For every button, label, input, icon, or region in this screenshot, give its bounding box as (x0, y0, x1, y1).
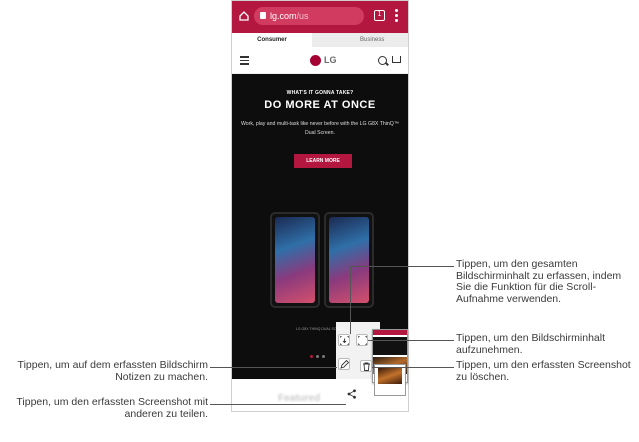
tab-consumer[interactable]: Consumer (232, 33, 312, 47)
logo-text: LG (324, 55, 337, 65)
capture-all-button[interactable] (338, 334, 350, 346)
callout-edit: Tippen, um auf dem erfassten Bildschirm … (17, 359, 208, 383)
trash-icon (362, 362, 370, 371)
screenshot-preview-secondary[interactable] (374, 364, 406, 396)
capture-button[interactable] (356, 334, 368, 346)
featured-heading: Featured (278, 393, 321, 404)
pencil-icon (339, 359, 349, 369)
cart-icon[interactable] (392, 56, 401, 63)
leader-edit (210, 367, 337, 368)
logo-mark (310, 54, 321, 66)
carousel-pager[interactable] (310, 355, 325, 358)
leader-delete (372, 367, 454, 368)
browser-toolbar: lg.com/us 1 (232, 1, 408, 33)
product-image (270, 212, 374, 312)
share-button[interactable] (346, 388, 358, 400)
edit-button[interactable] (338, 358, 350, 370)
menu-icon[interactable] (240, 56, 249, 65)
lg-logo[interactable]: LG (310, 54, 337, 66)
callout-share: Tippen, um den erfassten Screenshot mit … (16, 396, 208, 420)
tab-business[interactable]: Business (360, 37, 384, 43)
share-icon (347, 389, 356, 399)
search-icon[interactable] (378, 56, 387, 65)
lock-icon (260, 12, 266, 19)
url-path: /us (296, 11, 309, 21)
leader-share (210, 404, 346, 405)
leader-capture-all-v (350, 266, 351, 334)
scroll-capture-icon (339, 335, 349, 345)
url-domain: lg.com (270, 11, 297, 21)
hero-description: Work, play and multi-task like never bef… (240, 121, 400, 136)
learn-more-button[interactable]: LEARN MORE (294, 154, 352, 168)
site-header: LG (232, 47, 408, 74)
leader-capture-all (350, 266, 454, 267)
hero-kicker: WHAT'S IT GONNA TAKE? (286, 90, 354, 96)
more-icon[interactable] (395, 9, 398, 23)
leader-capture (368, 340, 454, 341)
delete-button[interactable] (360, 360, 372, 372)
callout-capture: Tippen, um den Bildschirminhalt aufzuneh… (456, 332, 606, 356)
tabs-icon[interactable]: 1 (374, 10, 385, 21)
device-right (324, 212, 374, 308)
hero-headline: DO MORE AT ONCE (264, 99, 376, 111)
callout-capture-all: Tippen, um den gesamten Bildschirminhalt… (456, 258, 622, 305)
device-left (270, 212, 320, 308)
callout-delete: Tippen, um den erfassten Screenshot zu l… (456, 359, 631, 383)
url-bar[interactable]: lg.com/us (254, 7, 364, 25)
tab-count: 1 (377, 11, 382, 18)
home-icon[interactable] (239, 11, 249, 21)
screenshot-icon (357, 335, 367, 345)
site-tabs: Consumer Business (232, 33, 408, 47)
